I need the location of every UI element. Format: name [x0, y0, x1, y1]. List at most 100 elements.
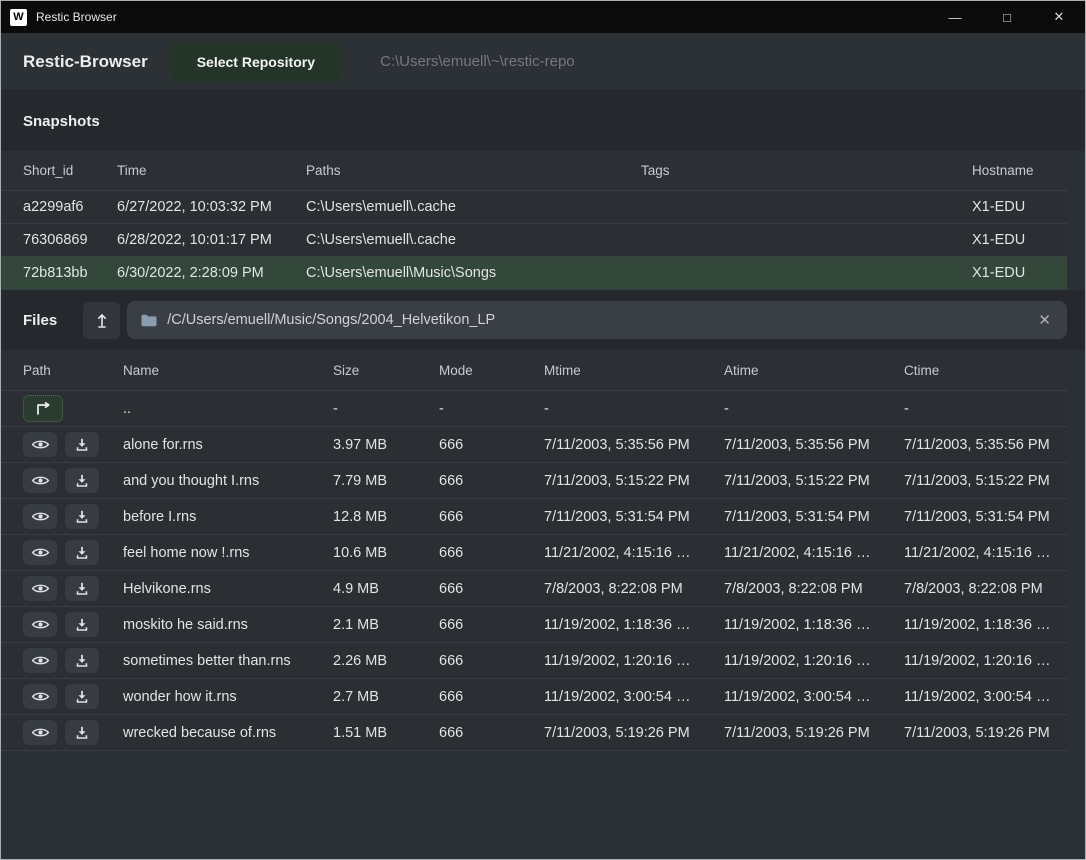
file-name: and you thought I.rns: [123, 473, 333, 489]
eye-icon: [31, 654, 50, 667]
snapshot-row-selected[interactable]: 72b813bb 6/30/2022, 2:28:09 PM C:\Users\…: [1, 257, 1067, 290]
download-icon: [75, 510, 89, 524]
file-mtime: 7/11/2003, 5:35:56 PM: [544, 437, 724, 453]
column-header-time: Time: [117, 163, 306, 178]
file-row: moskito he said.rns 2.1 MB 666 11/19/200…: [1, 607, 1067, 643]
file-name: moskito he said.rns: [123, 617, 333, 633]
download-file-button[interactable]: [65, 540, 99, 565]
file-ctime: 11/21/2002, 4:15:16 …: [904, 545, 1069, 561]
preview-file-button[interactable]: [23, 468, 57, 493]
file-ctime: 7/11/2003, 5:15:22 PM: [904, 473, 1069, 489]
folder-icon: [141, 314, 157, 327]
arrow-up-from-bar-icon: [95, 312, 109, 328]
preview-file-button[interactable]: [23, 648, 57, 673]
preview-file-button[interactable]: [23, 504, 57, 529]
snapshot-row[interactable]: a2299af6 6/27/2022, 10:03:32 PM C:\Users…: [1, 191, 1067, 224]
download-file-button[interactable]: [65, 612, 99, 637]
download-file-button[interactable]: [65, 576, 99, 601]
column-header-ctime: Ctime: [904, 363, 1069, 378]
download-icon: [75, 546, 89, 560]
download-file-button[interactable]: [65, 504, 99, 529]
current-path-bar[interactable]: /C/Users/emuell/Music/Songs/2004_Helveti…: [127, 301, 1067, 339]
file-mtime: 7/8/2003, 8:22:08 PM: [544, 581, 724, 597]
snapshot-paths: C:\Users\emuell\.cache: [306, 232, 641, 248]
snapshot-time: 6/27/2022, 10:03:32 PM: [117, 199, 306, 215]
file-row: alone for.rns 3.97 MB 666 7/11/2003, 5:3…: [1, 427, 1067, 463]
minimize-icon[interactable]: —: [929, 1, 981, 33]
download-icon: [75, 690, 89, 704]
file-row: and you thought I.rns 7.79 MB 666 7/11/2…: [1, 463, 1067, 499]
current-path-text: /C/Users/emuell/Music/Songs/2004_Helveti…: [167, 312, 1026, 328]
file-atime: 11/19/2002, 1:20:16 …: [724, 653, 904, 669]
file-mode: -: [439, 401, 544, 417]
eye-icon: [31, 690, 50, 703]
download-icon: [75, 582, 89, 596]
column-header-size: Size: [333, 363, 439, 378]
preview-file-button[interactable]: [23, 612, 57, 637]
eye-icon: [31, 438, 50, 451]
column-header-hostname: Hostname: [972, 163, 1069, 178]
download-file-button[interactable]: [65, 684, 99, 709]
file-size: -: [333, 401, 439, 417]
preview-file-button[interactable]: [23, 540, 57, 565]
file-atime: 11/19/2002, 3:00:54 …: [724, 689, 904, 705]
empty-area: [1, 751, 1085, 859]
file-ctime: 7/8/2003, 8:22:08 PM: [904, 581, 1069, 597]
column-header-mode: Mode: [439, 363, 544, 378]
window-controls: — □ ✕: [929, 1, 1085, 33]
files-heading: Files: [23, 312, 57, 329]
download-file-button[interactable]: [65, 432, 99, 457]
file-row: before I.rns 12.8 MB 666 7/11/2003, 5:31…: [1, 499, 1067, 535]
snapshot-time: 6/28/2022, 10:01:17 PM: [117, 232, 306, 248]
eye-icon: [31, 546, 50, 559]
snapshot-row[interactable]: 76306869 6/28/2022, 10:01:17 PM C:\Users…: [1, 224, 1067, 257]
app-window: W Restic Browser — □ ✕ Restic-Browser Se…: [0, 0, 1086, 860]
file-row: sometimes better than.rns 2.26 MB 666 11…: [1, 643, 1067, 679]
file-atime: 7/8/2003, 8:22:08 PM: [724, 581, 904, 597]
file-mtime: 11/19/2002, 1:18:36 …: [544, 617, 724, 633]
file-mode: 666: [439, 545, 544, 561]
snapshots-table-header: Short_id Time Paths Tags Hostname: [1, 151, 1067, 191]
file-size: 12.8 MB: [333, 509, 439, 525]
download-icon: [75, 654, 89, 668]
file-mtime: 11/21/2002, 4:15:16 …: [544, 545, 724, 561]
level-up-button[interactable]: [83, 302, 120, 339]
column-header-tags: Tags: [641, 163, 972, 178]
file-atime: 7/11/2003, 5:35:56 PM: [724, 437, 904, 453]
snapshots-heading: Snapshots: [23, 113, 100, 130]
download-file-button[interactable]: [65, 720, 99, 745]
file-mode: 666: [439, 509, 544, 525]
clear-path-icon[interactable]: ✕: [1036, 311, 1053, 329]
column-header-atime: Atime: [724, 363, 904, 378]
file-ctime: 7/11/2003, 5:31:54 PM: [904, 509, 1069, 525]
file-size: 10.6 MB: [333, 545, 439, 561]
preview-file-button[interactable]: [23, 576, 57, 601]
snapshot-short-id: 72b813bb: [23, 265, 117, 281]
column-header-name: Name: [123, 363, 333, 378]
close-icon[interactable]: ✕: [1033, 1, 1085, 33]
corner-up-right-arrow-icon: [35, 402, 52, 415]
page-title: Restic-Browser: [23, 52, 148, 72]
file-mtime: 7/11/2003, 5:15:22 PM: [544, 473, 724, 489]
snapshot-short-id: a2299af6: [23, 199, 117, 215]
file-mode: 666: [439, 473, 544, 489]
download-icon: [75, 438, 89, 452]
file-ctime: 11/19/2002, 3:00:54 …: [904, 689, 1069, 705]
select-repository-button[interactable]: Select Repository: [170, 42, 342, 82]
file-ctime: 11/19/2002, 1:20:16 …: [904, 653, 1069, 669]
file-atime: 7/11/2003, 5:31:54 PM: [724, 509, 904, 525]
preview-file-button[interactable]: [23, 432, 57, 457]
file-atime: 7/11/2003, 5:15:22 PM: [724, 473, 904, 489]
download-icon: [75, 618, 89, 632]
preview-file-button[interactable]: [23, 720, 57, 745]
column-header-path: Path: [23, 363, 123, 378]
download-file-button[interactable]: [65, 648, 99, 673]
column-header-short-id: Short_id: [23, 163, 117, 178]
eye-icon: [31, 726, 50, 739]
download-file-button[interactable]: [65, 468, 99, 493]
file-name: feel home now !.rns: [123, 545, 333, 561]
maximize-icon[interactable]: □: [981, 1, 1033, 33]
go-parent-directory-button[interactable]: [23, 395, 63, 422]
preview-file-button[interactable]: [23, 684, 57, 709]
eye-icon: [31, 474, 50, 487]
